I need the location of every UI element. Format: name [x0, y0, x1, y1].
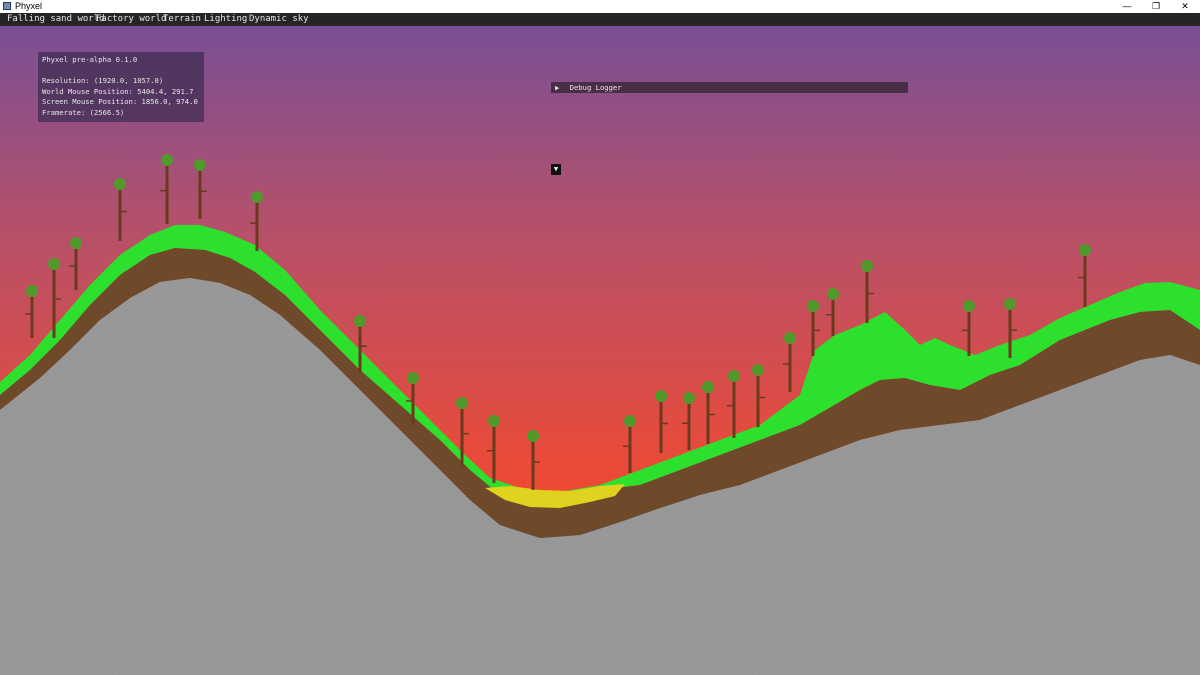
tree-trunk — [118, 186, 122, 241]
tree-branch — [160, 189, 166, 192]
tree-canopy — [488, 415, 500, 427]
window-titlebar: Phyxel — ❐ ✕ — [0, 0, 1200, 13]
tree-canopy — [1004, 298, 1016, 310]
tree-branch — [250, 222, 256, 224]
tree-canopy — [114, 178, 126, 190]
menu-lighting[interactable]: Lighting — [204, 13, 247, 26]
tree-trunk — [531, 438, 535, 490]
framerate-text: Framerate: (2566.5) — [42, 107, 125, 117]
tree-trunk — [460, 405, 464, 467]
tree-canopy — [26, 285, 38, 297]
menu-bar: Falling sand world Factory world Terrain… — [0, 13, 1200, 26]
tree-trunk — [659, 398, 663, 453]
version-text: Phyxel pre-alpha 0.1.0 — [42, 55, 138, 64]
tree-branch — [406, 400, 412, 402]
tree-trunk — [811, 308, 815, 356]
tree-canopy — [161, 154, 173, 166]
tree-branch — [783, 363, 789, 365]
tree-branch — [623, 445, 629, 447]
tree-branch — [682, 422, 688, 424]
tree-branch — [463, 432, 469, 435]
tree-canopy — [624, 415, 636, 427]
tree-trunk — [788, 340, 792, 392]
tree-trunk — [165, 162, 169, 224]
tree-trunk — [865, 268, 869, 323]
tree-branch — [759, 396, 765, 399]
tree-branch — [727, 405, 733, 407]
tree-trunk — [255, 199, 259, 251]
menu-terrain[interactable]: Terrain — [163, 13, 201, 26]
close-button[interactable]: ✕ — [1170, 0, 1200, 13]
tree-canopy — [527, 430, 539, 442]
tree-trunk — [358, 323, 362, 373]
tree-trunk — [706, 389, 710, 444]
tree-branch — [534, 461, 540, 463]
tree-branch — [201, 190, 207, 192]
tree-canopy — [655, 390, 667, 402]
tree-canopy — [702, 381, 714, 393]
tree-branch — [814, 329, 820, 332]
tree-branch — [709, 413, 715, 416]
menu-dynamic-sky[interactable]: Dynamic sky — [249, 13, 309, 26]
resolution-text: Resolution: (1920.0, 1057.0) — [42, 76, 164, 86]
restore-button[interactable]: ❐ — [1141, 0, 1171, 13]
tree-trunk — [756, 372, 760, 427]
game-world-canvas[interactable] — [0, 26, 1200, 675]
tree-branch — [25, 313, 31, 315]
window-title: Phyxel — [15, 1, 43, 11]
tree-trunk — [198, 167, 202, 219]
tree-trunk — [831, 296, 835, 336]
tree-branch — [69, 265, 75, 267]
tree-canopy — [861, 260, 873, 272]
tree-trunk — [732, 378, 736, 438]
tree-trunk — [30, 293, 34, 338]
tree-trunk — [492, 423, 496, 483]
tree-canopy — [456, 397, 468, 409]
tree-canopy — [48, 258, 60, 270]
tree-branch — [1078, 276, 1084, 279]
menu-falling-sand-world[interactable]: Falling sand world — [7, 13, 105, 26]
menu-factory-world[interactable]: Factory world — [96, 13, 166, 26]
tree-canopy — [683, 392, 695, 404]
debug-logger-header[interactable]: ▶ Debug Logger — [551, 82, 908, 93]
tree-trunk — [628, 423, 632, 473]
tree-trunk — [411, 380, 415, 425]
tree-canopy — [251, 191, 263, 203]
tree-canopy — [728, 370, 740, 382]
tree-branch — [121, 210, 127, 213]
stats-overlay: Phyxel pre-alpha 0.1.0 Resolution: (1920… — [38, 52, 204, 122]
screen-mouse-text: Screen Mouse Position: 1856.0, 974.0 — [42, 97, 198, 107]
world-mouse-text: World Mouse Position: 5404.4, 291.7 — [42, 86, 194, 96]
tree-canopy — [963, 300, 975, 312]
tree-branch — [1011, 329, 1017, 331]
tree-canopy — [194, 159, 206, 171]
tree-trunk — [52, 266, 56, 338]
tree-branch — [55, 298, 61, 300]
tree-canopy — [354, 315, 366, 327]
expand-arrow-icon: ▶ — [555, 83, 560, 92]
tree-canopy — [827, 288, 839, 300]
tree-trunk — [1008, 306, 1012, 358]
tree-branch — [868, 292, 874, 295]
tree-trunk — [74, 245, 78, 290]
tree-canopy — [784, 332, 796, 344]
tree-canopy — [752, 364, 764, 376]
tree-branch — [487, 450, 493, 452]
app-icon — [3, 2, 11, 10]
tree-branch — [662, 422, 668, 425]
tree-branch — [361, 345, 367, 347]
minimize-button[interactable]: — — [1112, 0, 1142, 13]
tree-branch — [962, 329, 968, 332]
tree-trunk — [1083, 252, 1087, 307]
debug-logger-label: Debug Logger — [569, 83, 622, 92]
tree-canopy — [70, 237, 82, 249]
tree-branch — [826, 314, 832, 316]
tree-trunk — [687, 400, 691, 450]
tree-canopy — [1079, 244, 1091, 256]
tree-canopy — [807, 300, 819, 312]
tree-canopy — [407, 372, 419, 384]
dropdown-button[interactable]: ▼ — [551, 164, 561, 175]
tree-trunk — [967, 308, 971, 356]
